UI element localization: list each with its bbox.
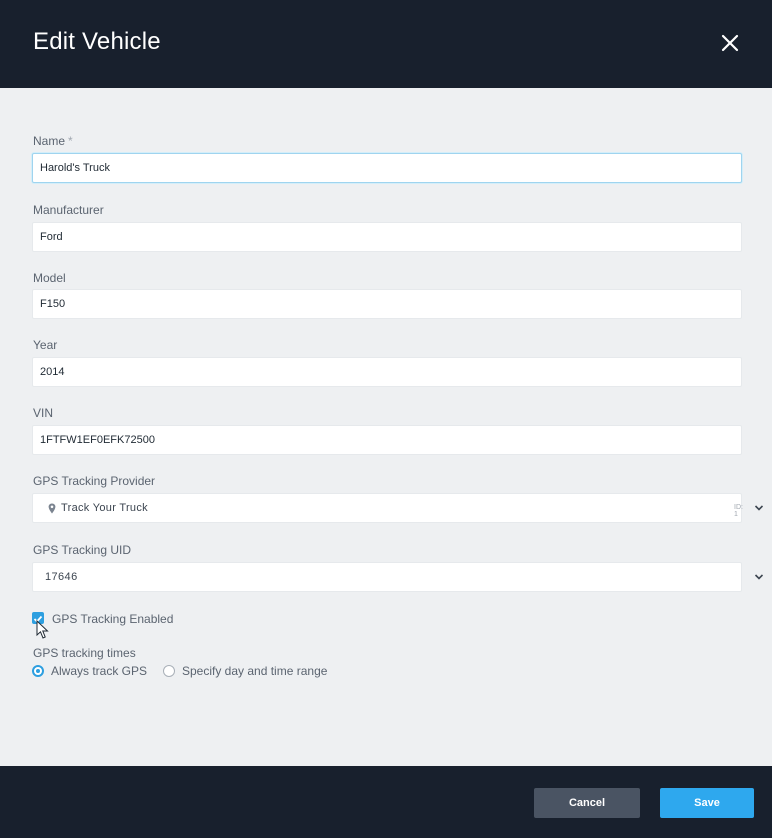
chevron-down-icon[interactable] <box>754 504 764 512</box>
name-value: Harold's Truck <box>40 162 110 174</box>
close-icon <box>721 34 739 52</box>
gps-uid-value: 17646 <box>45 571 78 583</box>
specify-range-radio[interactable] <box>163 665 175 677</box>
gps-uid-select[interactable]: 17646 <box>32 562 764 592</box>
model-value: F150 <box>40 298 66 310</box>
year-label: Year <box>33 338 58 352</box>
model-label: Model <box>33 271 66 285</box>
always-track-label[interactable]: Always track GPS <box>51 664 147 678</box>
year-input[interactable]: 2014 <box>32 357 742 387</box>
mouse-cursor-icon <box>36 620 49 639</box>
name-label: Name * <box>33 134 73 148</box>
chevron-down-icon[interactable] <box>754 573 764 581</box>
tracking-times-label: GPS tracking times <box>33 646 136 660</box>
name-label-text: Name <box>33 134 66 148</box>
provider-id-badge: ID: 1 <box>734 504 743 518</box>
close-button[interactable] <box>714 27 746 59</box>
manufacturer-value: Ford <box>40 231 63 243</box>
manufacturer-input[interactable]: Ford <box>32 222 742 252</box>
dialog-header: Edit Vehicle <box>0 0 772 88</box>
map-pin-icon <box>48 503 56 514</box>
edit-vehicle-dialog: Edit Vehicle Name * Harold's Truck Manufa… <box>0 0 772 838</box>
cancel-button[interactable]: Cancel <box>534 788 640 818</box>
vin-input[interactable]: 1FTFW1EF0EFK72500 <box>32 425 742 455</box>
gps-enabled-label[interactable]: GPS Tracking Enabled <box>52 612 173 626</box>
vin-value: 1FTFW1EF0EFK72500 <box>40 434 155 446</box>
year-value: 2014 <box>40 366 65 378</box>
required-marker: * <box>68 134 73 148</box>
gps-provider-label: GPS Tracking Provider <box>33 474 156 488</box>
model-input[interactable]: F150 <box>32 289 742 319</box>
name-input[interactable]: Harold's Truck <box>32 153 742 183</box>
always-track-radio[interactable] <box>32 665 44 677</box>
gps-provider-value: Track Your Truck <box>61 502 148 514</box>
dialog-footer <box>0 766 772 838</box>
save-button[interactable]: Save <box>660 788 754 818</box>
dialog-title: Edit Vehicle <box>33 28 161 55</box>
vin-label: VIN <box>33 406 54 420</box>
specify-range-label[interactable]: Specify day and time range <box>182 664 327 678</box>
gps-uid-label: GPS Tracking UID <box>33 543 132 557</box>
manufacturer-label: Manufacturer <box>33 203 104 217</box>
gps-provider-select[interactable]: Track Your Truck ID: 1 <box>32 493 764 523</box>
